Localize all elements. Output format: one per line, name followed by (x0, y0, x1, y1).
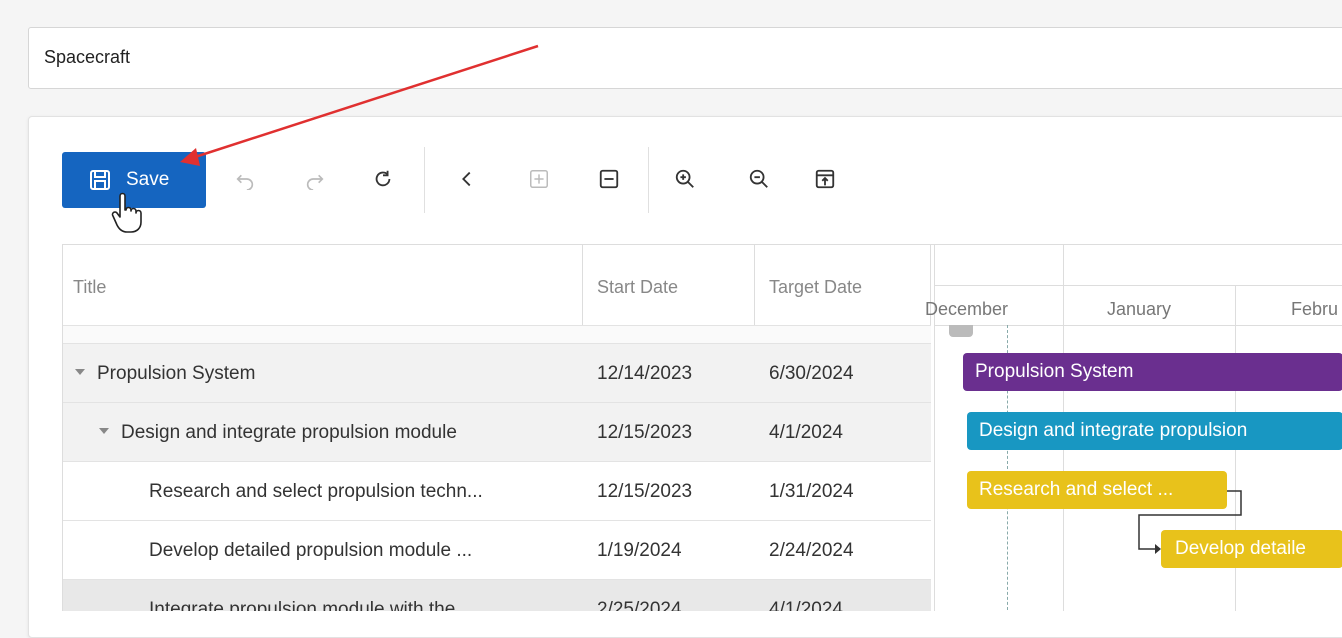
column-header-target-date[interactable]: Target Date (755, 245, 931, 325)
timeline-header-divider (935, 285, 1342, 286)
task-bar-design-integrate[interactable]: Design and integrate propulsion (967, 412, 1342, 450)
task-bar-propulsion-system[interactable]: Propulsion System (963, 353, 1342, 391)
table-row-partial (63, 325, 931, 344)
table-row[interactable]: Research and select propulsion techn... … (63, 461, 931, 520)
timeline-header-divider (935, 325, 1342, 326)
caret-down-icon[interactable] (75, 368, 85, 375)
task-target: 6/30/2024 (769, 363, 854, 384)
table-row[interactable]: Design and integrate propulsion module 1… (63, 402, 931, 461)
save-icon (90, 170, 110, 190)
column-header-target-label: Target Date (769, 277, 863, 297)
hand-cursor-icon (111, 192, 142, 233)
task-start: 12/14/2023 (597, 363, 693, 384)
task-target: 2/24/2024 (769, 540, 854, 561)
task-title-text: Design and integrate propulsion module (121, 422, 457, 443)
month-label: January (1107, 299, 1172, 319)
task-title: Develop detailed propulsion module ... (149, 540, 473, 561)
task-start: 2/25/2024 (597, 599, 682, 611)
toolbar-separator (424, 147, 425, 213)
toolbar-separator (648, 147, 649, 213)
back-icon[interactable] (454, 166, 480, 192)
table-row[interactable]: Integrate propulsion module with the 2/2… (63, 579, 931, 611)
table-row[interactable]: Develop detailed propulsion module ... 1… (63, 520, 931, 579)
task-title: Research and select propulsion techn... (149, 481, 483, 502)
save-label: Save (126, 169, 170, 190)
task-start: 1/19/2024 (597, 540, 682, 561)
task-title: Design and integrate propulsion module (99, 422, 457, 444)
caret-down-icon[interactable] (99, 427, 109, 434)
column-header-start-date[interactable]: Start Date (583, 245, 755, 325)
column-header-start-label: Start Date (597, 277, 679, 297)
background-text-strip (0, 0, 1342, 18)
expand-all-icon[interactable] (526, 166, 552, 192)
task-grid: Title Start Date Target Date Propulsion … (62, 244, 1342, 611)
task-title-text: Propulsion System (97, 363, 256, 384)
month-label: Febru (1291, 299, 1339, 319)
refresh-icon[interactable] (370, 166, 396, 192)
table-row[interactable]: Propulsion System 12/14/2023 6/30/2024 (63, 343, 931, 402)
redo-icon[interactable] (302, 166, 328, 192)
month-label: December (925, 299, 1009, 319)
task-start: 12/15/2023 (597, 481, 693, 502)
column-header-title-label: Title (73, 277, 107, 297)
project-name-field[interactable]: Spacecraft (28, 27, 1342, 89)
dependency-connector (1138, 490, 1242, 554)
task-title: Integrate propulsion module with the (149, 599, 456, 611)
task-bar-partial (949, 325, 973, 337)
task-target: 4/1/2024 (769, 422, 843, 443)
task-start: 12/15/2023 (597, 422, 693, 443)
project-name-value: Spacecraft (44, 47, 131, 67)
collapse-all-icon[interactable] (596, 166, 622, 192)
scroll-to-task-icon[interactable] (812, 166, 838, 192)
undo-icon[interactable] (232, 166, 258, 192)
task-target: 4/1/2024 (769, 599, 843, 611)
task-target: 1/31/2024 (769, 481, 854, 502)
task-title: Propulsion System (75, 363, 255, 385)
zoom-in-icon[interactable] (672, 166, 698, 192)
column-header-title[interactable]: Title (63, 245, 583, 325)
zoom-out-icon[interactable] (746, 166, 772, 192)
